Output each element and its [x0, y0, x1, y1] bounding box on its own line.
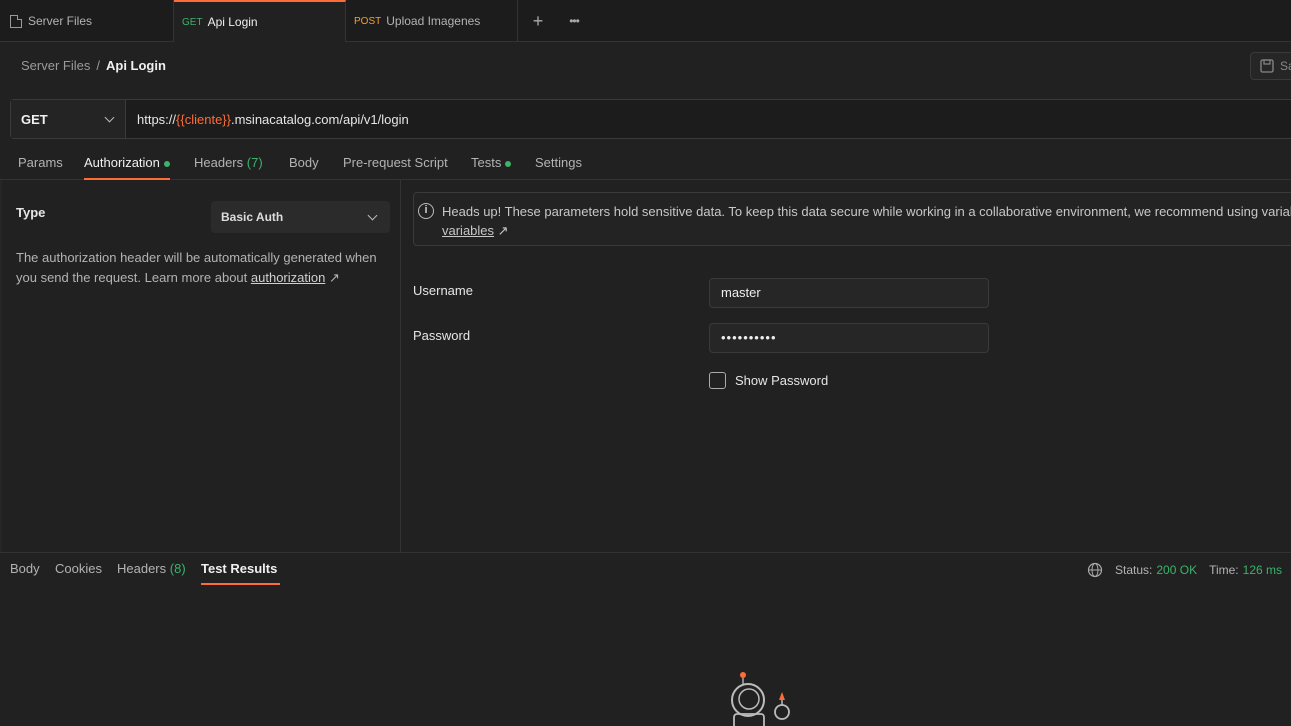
time-value: 126 ms: [1242, 563, 1282, 577]
url-prefix: https://: [137, 111, 177, 127]
authorization-link[interactable]: authorization: [251, 270, 325, 285]
show-password-label[interactable]: Show Password: [735, 373, 828, 388]
breadcrumb-current[interactable]: Api Login: [106, 58, 166, 73]
tab-label: Headers: [194, 155, 244, 170]
status-label: Status:: [1115, 563, 1153, 577]
auth-fields-pane: i Heads up! These parameters hold sensit…: [401, 180, 1291, 552]
username-input[interactable]: master: [709, 278, 989, 308]
username-label: Username: [413, 283, 473, 298]
method-select[interactable]: GET: [11, 100, 126, 138]
response-tab-test-results[interactable]: Test Results: [201, 561, 281, 585]
auth-description: The authorization header will be automat…: [16, 248, 386, 288]
url-bar: GET https://{{cliente}} .msinacatalog.com…: [10, 99, 1291, 139]
method-value: GET: [21, 111, 48, 127]
type-label: Type: [16, 205, 46, 220]
chevron-down-icon: [104, 112, 115, 122]
tab-server-files[interactable]: Server Files: [0, 0, 174, 42]
tab-headers[interactable]: Headers (7): [194, 146, 263, 180]
save-button[interactable]: Sa: [1250, 52, 1291, 80]
url-input[interactable]: https://{{cliente}} .msinacatalog.com/api…: [126, 100, 409, 138]
more-tabs-button[interactable]: •••: [563, 10, 585, 32]
tab-method: GET: [182, 16, 203, 28]
chevron-down-icon: [367, 210, 378, 220]
external-link-icon: ↗: [328, 270, 340, 285]
save-icon: [1260, 59, 1274, 73]
password-label: Password: [413, 328, 471, 343]
tab-params[interactable]: Params: [18, 146, 63, 180]
tab-label: Authorization: [84, 155, 160, 170]
active-dot-icon: [505, 160, 512, 167]
active-dot-icon: [163, 160, 170, 167]
breadcrumb-separator: /: [96, 58, 100, 73]
response-tab-body[interactable]: Body: [10, 561, 40, 585]
password-input[interactable]: ••••••••••: [709, 323, 989, 353]
tab-label: Api Login: [207, 15, 258, 29]
auth-type-value: Basic Auth: [221, 210, 284, 224]
tab-method: POST: [354, 15, 382, 27]
response-tab-cookies[interactable]: Cookies: [55, 561, 102, 585]
save-label: Sa: [1280, 59, 1291, 73]
tab-upload-imagenes[interactable]: POST Upload Imagenes: [346, 0, 518, 42]
tab-body[interactable]: Body: [289, 146, 319, 180]
tab-tests[interactable]: Tests: [471, 146, 512, 180]
url-variable: {{cliente}}: [176, 111, 231, 127]
banner-text: Heads up! These parameters hold sensitiv…: [442, 204, 1291, 219]
tab-api-login[interactable]: GET Api Login: [174, 0, 346, 42]
astronaut-illustration: [731, 672, 790, 726]
tab-bar: Server Files GET Api Login POST Upload I…: [0, 0, 1291, 42]
response-bar: Body Cookies Headers (8) Test Results St…: [0, 552, 1291, 588]
tab-prerequest-script[interactable]: Pre-request Script: [343, 146, 448, 180]
tab-authorization[interactable]: Authorization: [84, 146, 170, 180]
headers-count: (8): [169, 561, 186, 576]
response-status: Status: 200 OK Time: 126 ms: [1087, 562, 1282, 578]
tab-label: Headers: [117, 561, 167, 576]
tab-label: Server Files: [28, 14, 93, 28]
request-tabs: Params Authorization Headers (7) Body Pr…: [0, 146, 1291, 180]
auth-type-select[interactable]: Basic Auth: [211, 201, 390, 233]
external-link-icon: ↗: [497, 223, 509, 238]
file-icon: [10, 14, 22, 28]
tab-settings[interactable]: Settings: [535, 146, 582, 180]
info-icon: i: [418, 203, 434, 219]
tab-label: Upload Imagenes: [386, 14, 481, 28]
tab-label: Tests: [471, 155, 502, 170]
auth-type-pane: Type Basic Auth The authorization header…: [0, 180, 401, 552]
show-password-checkbox[interactable]: [709, 372, 726, 389]
sensitive-data-banner: i Heads up! These parameters hold sensit…: [413, 192, 1291, 246]
new-tab-button[interactable]: +: [527, 10, 549, 32]
headers-count: (7): [246, 155, 263, 170]
variables-link[interactable]: variables: [442, 223, 494, 238]
globe-icon[interactable]: [1087, 562, 1103, 578]
response-tab-headers[interactable]: Headers (8): [117, 561, 186, 585]
breadcrumb-parent[interactable]: Server Files: [21, 58, 90, 73]
time-label: Time:: [1209, 563, 1239, 577]
breadcrumb: Server Files / Api Login: [21, 58, 166, 73]
status-value: 200 OK: [1156, 563, 1198, 577]
url-suffix: .msinacatalog.com/api/v1/login: [230, 111, 409, 127]
